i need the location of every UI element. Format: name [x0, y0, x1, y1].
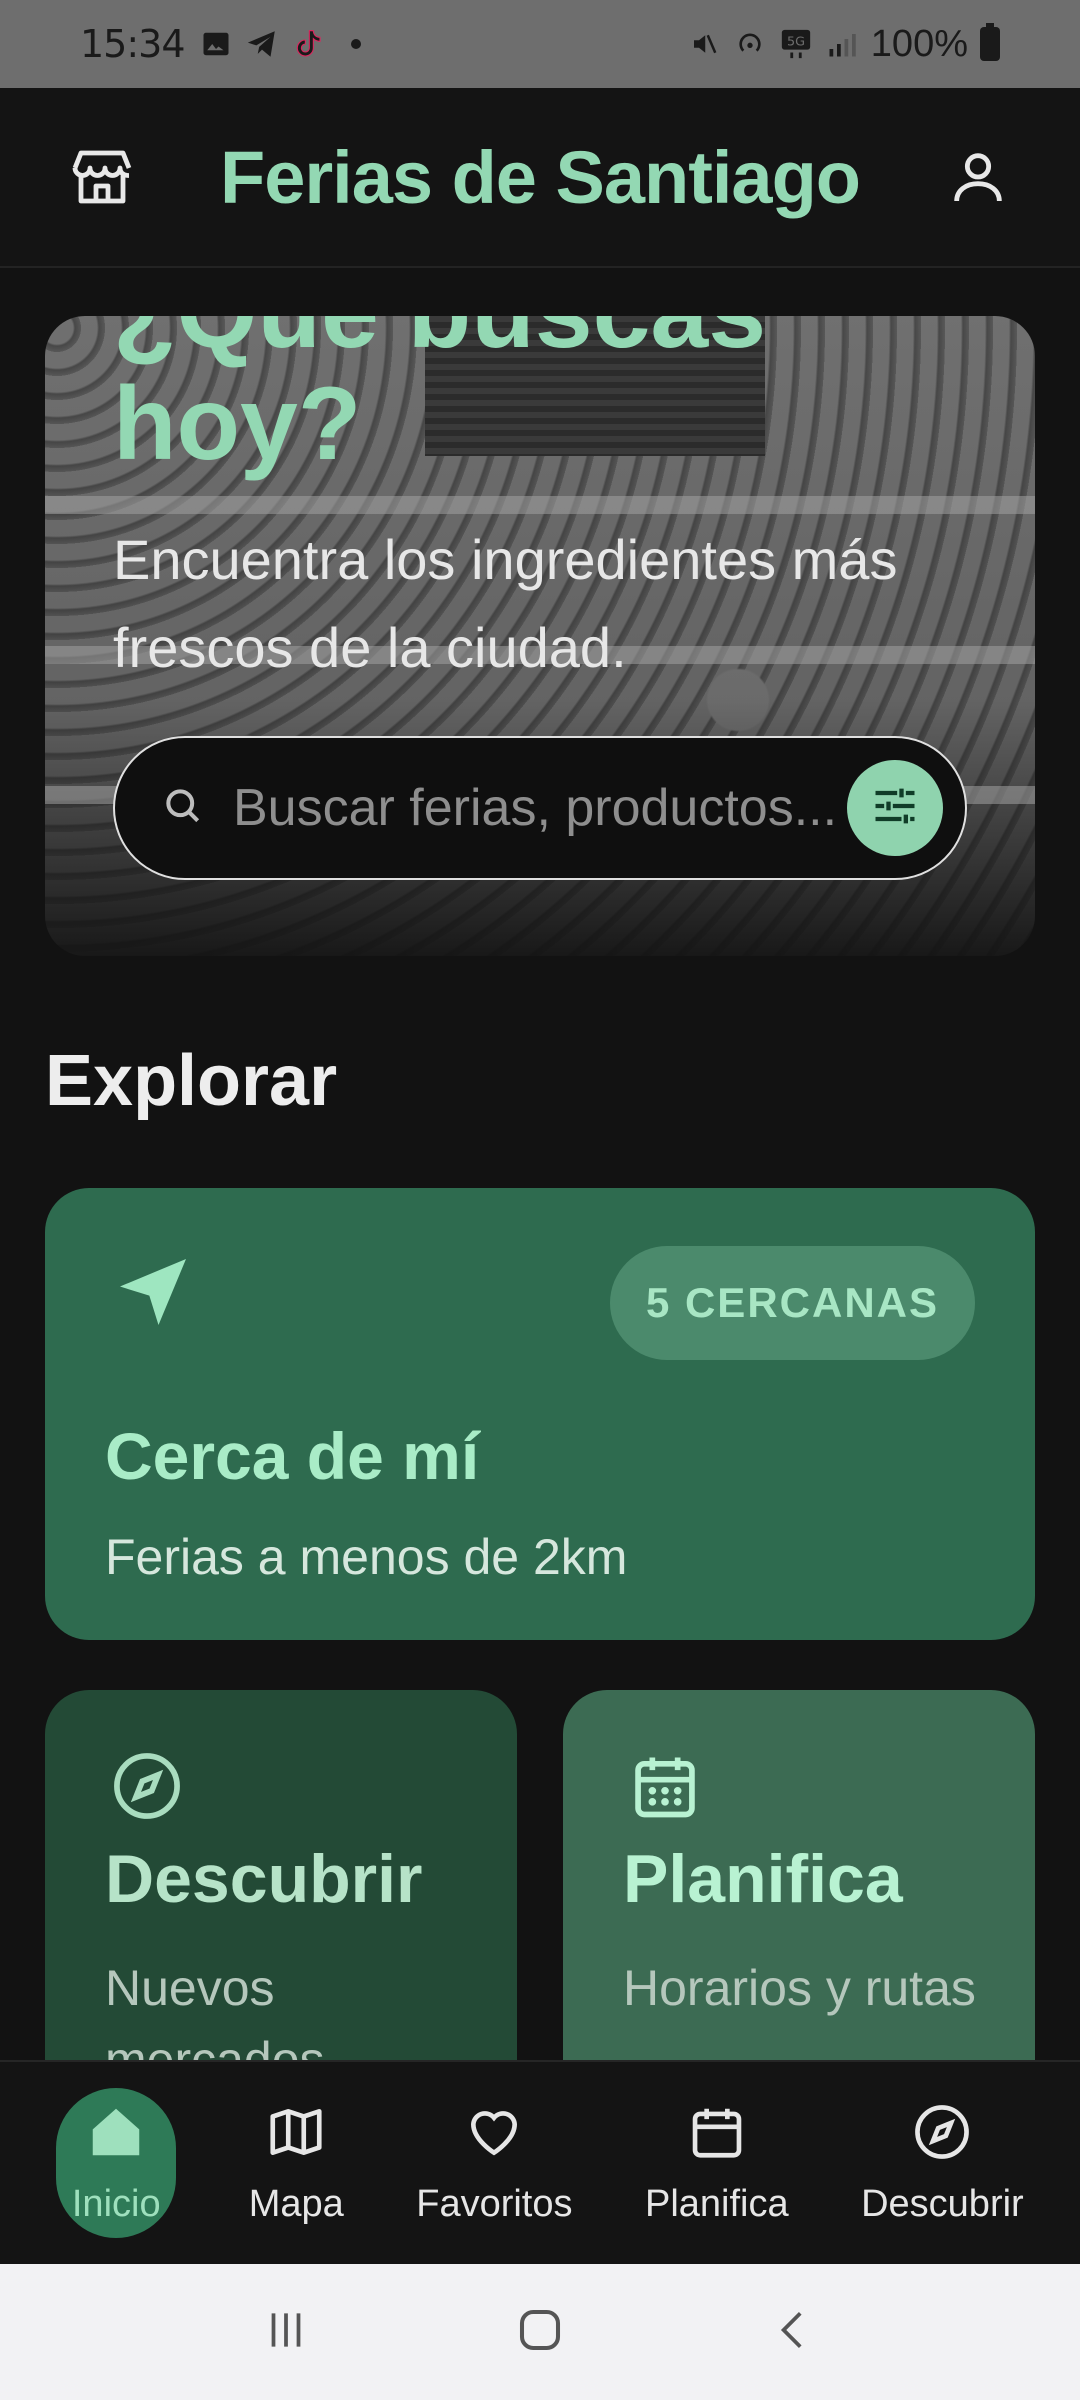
nav-item-planifica[interactable]: Planifica — [645, 2088, 789, 2238]
nearby-count-badge: 5 CERCANAS — [609, 1246, 975, 1360]
discover-subtitle: Nuevos mercados — [105, 1960, 325, 2060]
compass-icon — [911, 2101, 973, 2173]
app-title: Ferias de Santiago — [220, 135, 861, 219]
store-icon[interactable] — [62, 137, 142, 217]
mute-icon — [687, 27, 721, 61]
battery-percent: 100% — [870, 22, 968, 65]
back-icon[interactable] — [769, 2305, 819, 2360]
nav-item-inicio[interactable]: Inicio — [56, 2088, 177, 2238]
nav-label: Planifica — [644, 2182, 789, 2225]
status-system-icons: 5G 100% — [687, 23, 1000, 66]
system-navigation-bar — [0, 2264, 1080, 2400]
discover-card[interactable]: Descubrir Nuevos mercados — [45, 1690, 517, 2060]
nav-label: Descubrir — [861, 2182, 1024, 2225]
network-5g-icon: 5G — [779, 27, 813, 61]
nav-item-descubrir[interactable]: Descubrir — [861, 2088, 1024, 2238]
near-me-subtitle: Ferias a menos de 2km — [105, 1529, 628, 1585]
hero-subtitle: Encuentra los ingredientes más frescos d… — [113, 528, 898, 679]
home-button-icon[interactable] — [513, 2303, 567, 2362]
home-icon — [85, 2101, 147, 2173]
search-bar[interactable]: Buscar ferias, productos... — [113, 736, 967, 880]
nav-item-mapa[interactable]: Mapa — [249, 2088, 344, 2238]
hero-banner: ¿Qué buscas hoy? Encuentra los ingredien… — [45, 316, 1035, 956]
status-bar: 15:34 5G 100% — [0, 0, 1080, 88]
signal-icon — [825, 27, 859, 61]
more-notifications-dot — [350, 39, 361, 49]
near-me-card[interactable]: 5 CERCANAS Cerca de mí Ferias a menos de… — [45, 1188, 1035, 1640]
map-icon — [265, 2101, 327, 2173]
nav-label: Favoritos — [416, 2182, 573, 2225]
hero-title: ¿Qué buscas hoy? — [113, 316, 766, 482]
nav-label: Mapa — [248, 2182, 344, 2225]
tiktok-icon — [291, 27, 325, 61]
recent-apps-icon[interactable] — [261, 2305, 311, 2360]
image-icon — [199, 27, 233, 61]
home-scroll-content[interactable]: ¿Qué buscas hoy? Encuentra los ingredien… — [0, 270, 1080, 2060]
explore-section-title: Explorar — [45, 1041, 338, 1121]
plan-card[interactable]: Planifica Horarios y rutas — [563, 1690, 1035, 2060]
bottom-navigation: Inicio Mapa Favoritos Planifica Descubri… — [0, 2060, 1080, 2264]
nav-label: Inicio — [71, 2182, 161, 2225]
filter-button[interactable] — [847, 760, 943, 856]
calendar-icon — [627, 1748, 703, 1829]
search-icon — [161, 784, 205, 833]
svg-text:5G: 5G — [787, 34, 805, 49]
near-me-title: Cerca de mí — [105, 1419, 480, 1493]
hotspot-icon — [733, 27, 767, 61]
app-header: Ferias de Santiago — [0, 88, 1080, 268]
compass-icon — [109, 1748, 185, 1829]
search-input[interactable]: Buscar ferias, productos... — [233, 778, 847, 838]
status-time: 15:34 — [80, 22, 186, 66]
plan-title: Planifica — [623, 1841, 903, 1917]
calendar-icon — [686, 2101, 748, 2173]
plan-subtitle: Horarios y rutas — [623, 1960, 976, 2016]
battery-icon — [980, 23, 1000, 61]
sliders-icon — [869, 780, 921, 837]
profile-icon[interactable] — [938, 137, 1018, 217]
heart-icon — [463, 2101, 525, 2173]
discover-title: Descubrir — [105, 1841, 423, 1917]
status-notification-icons — [199, 27, 361, 61]
navigation-arrow-icon — [109, 1248, 197, 1341]
nav-item-favoritos[interactable]: Favoritos — [416, 2088, 573, 2238]
hero-background-crate — [45, 496, 1035, 514]
telegram-icon — [245, 27, 279, 61]
